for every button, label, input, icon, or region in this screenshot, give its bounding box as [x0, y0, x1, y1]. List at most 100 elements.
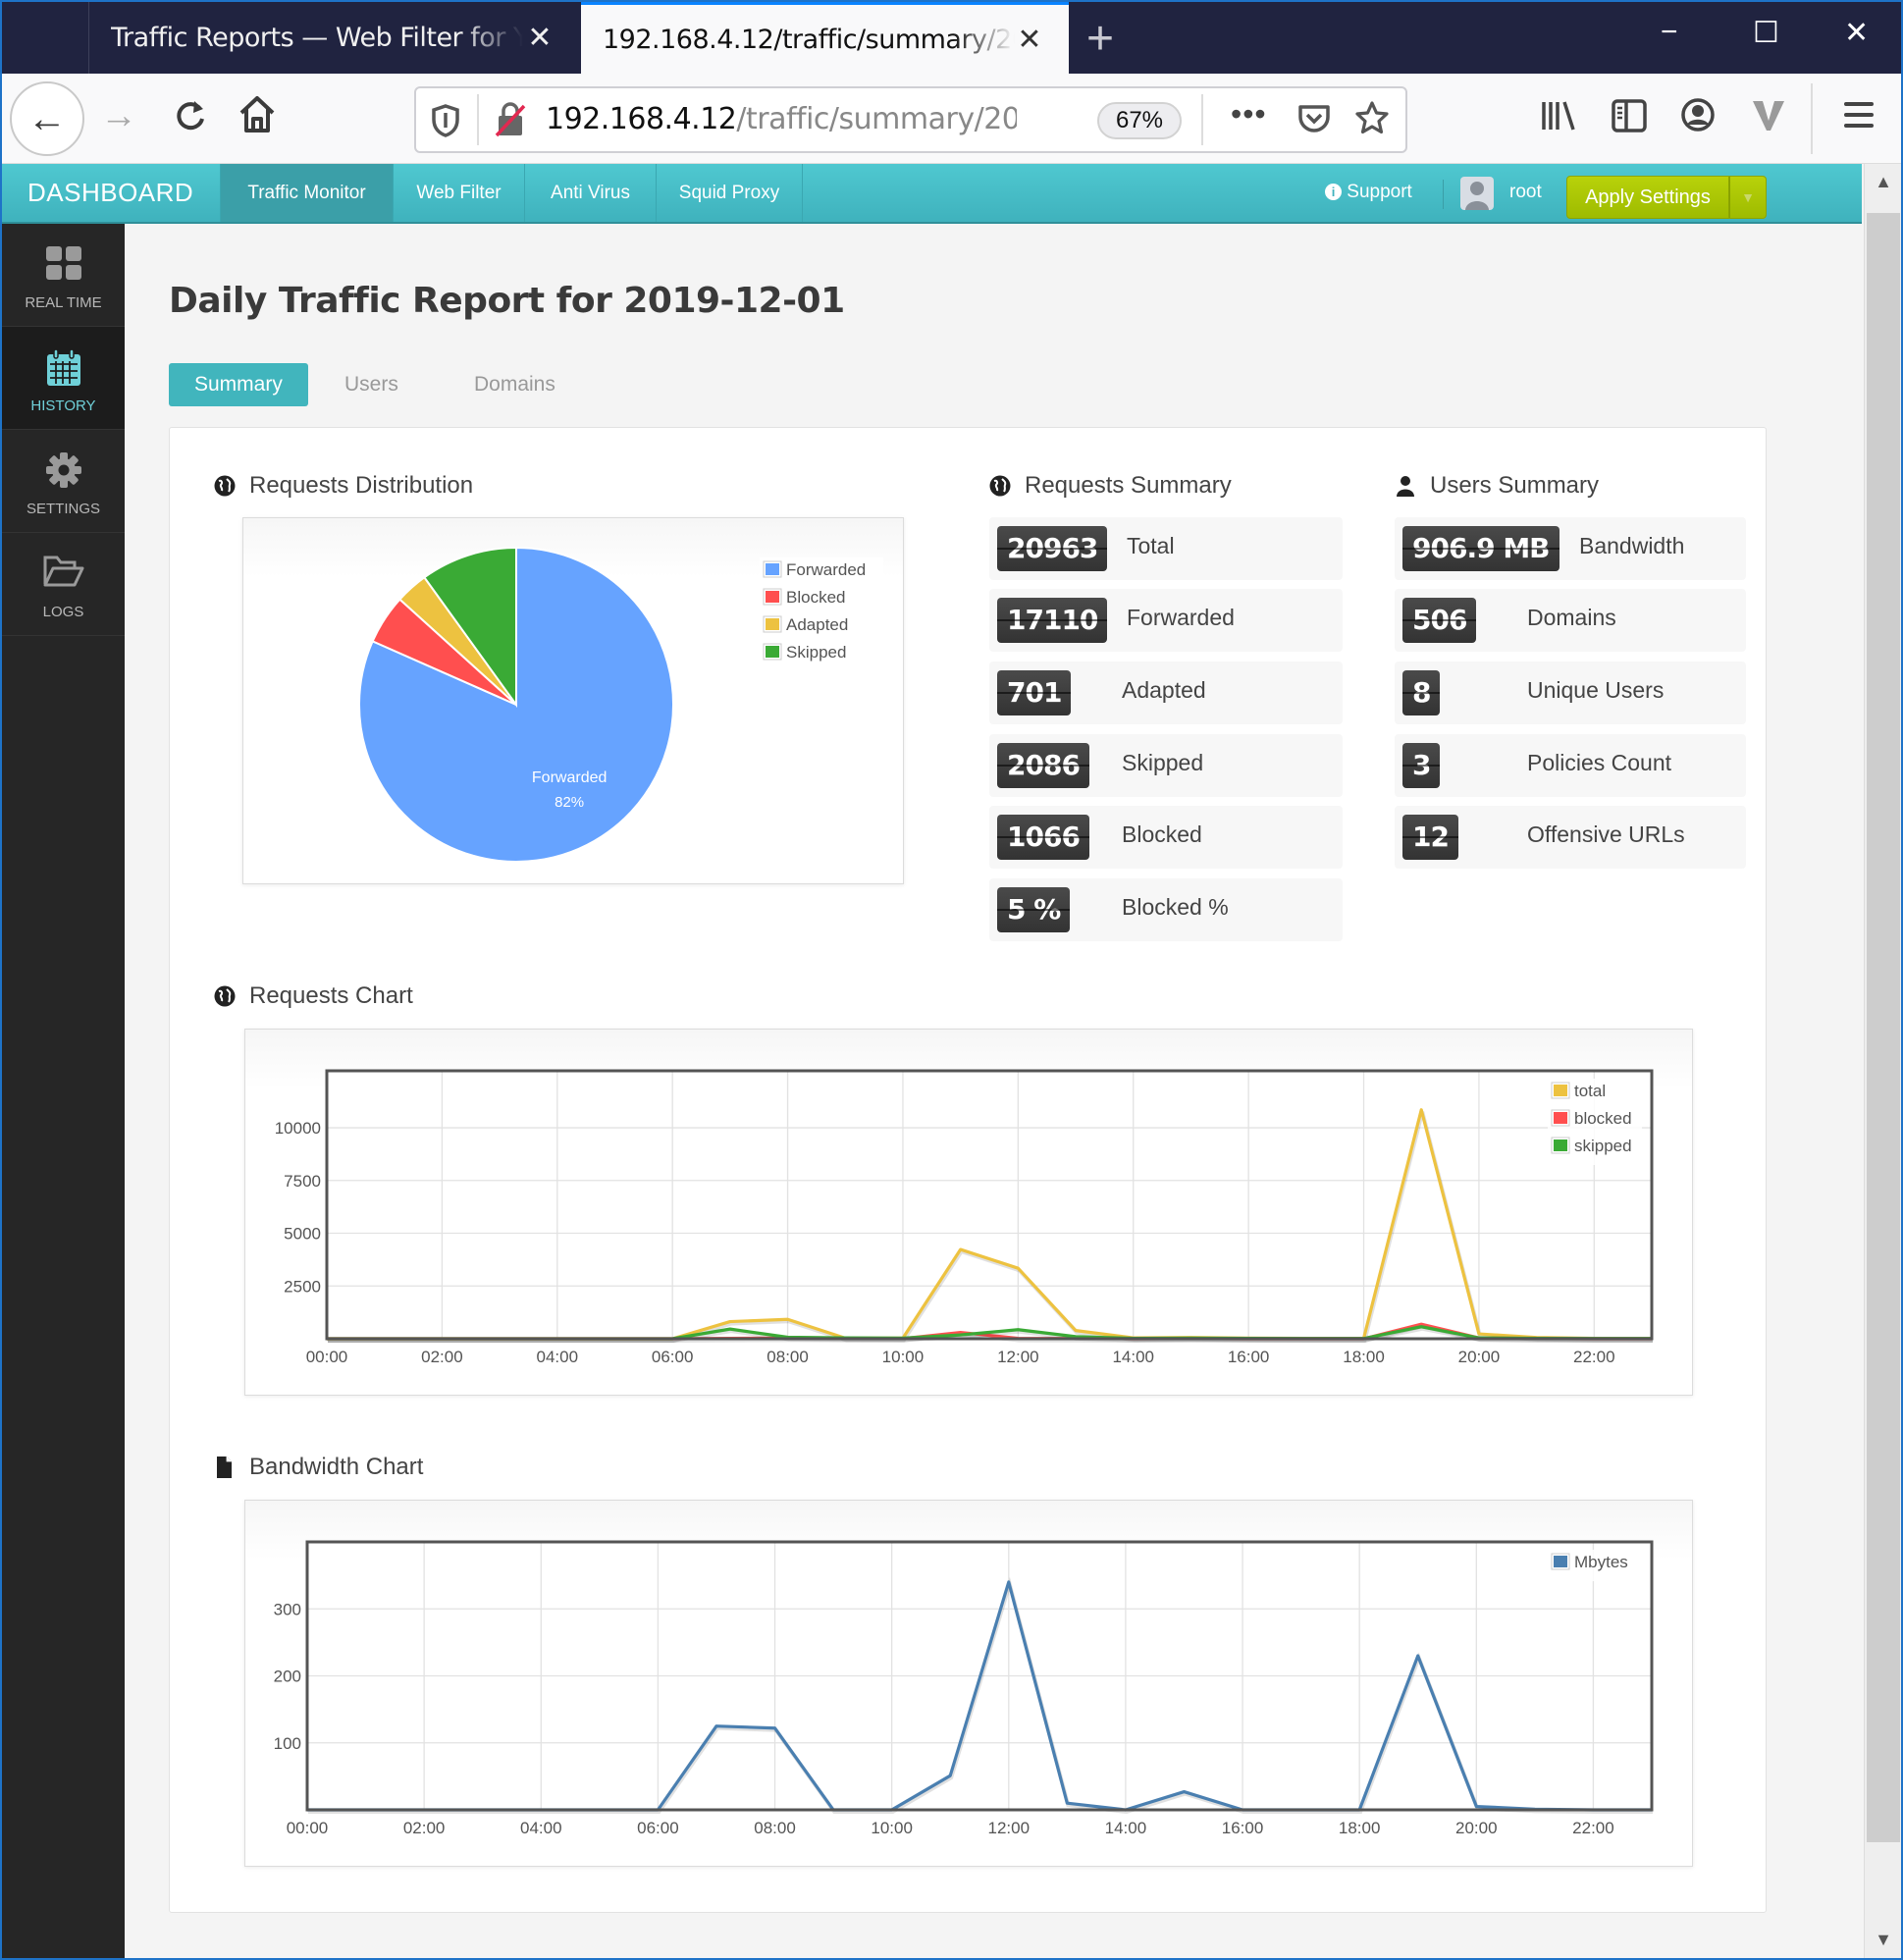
scroll-up-icon[interactable]: ▲: [1865, 172, 1901, 192]
summary-row: 17110 Forwarded: [989, 589, 1343, 652]
x-tick-label: 02:00: [421, 1348, 463, 1366]
summary-label: Forwarded: [1127, 605, 1235, 630]
legend-label: blocked: [1574, 1109, 1632, 1128]
summary-row: 1066 Blocked: [989, 806, 1343, 869]
summary-row: 2086 Skipped: [989, 734, 1343, 797]
maximize-icon[interactable]: ☐: [1753, 16, 1779, 50]
x-tick-label: 14:00: [1112, 1348, 1154, 1366]
bookmark-star-icon[interactable]: [1354, 100, 1390, 140]
sidebar-toggle-icon[interactable]: [1612, 99, 1647, 137]
browser-tab-strip: Traffic Reports — Web Filter for You ✕ 1…: [2, 2, 1901, 74]
browser-tab-summary[interactable]: 192.168.4.12/traffic/summary/2019/ ✕: [581, 2, 1069, 74]
close-tab-icon[interactable]: ✕: [527, 21, 552, 55]
browser-window: Traffic Reports — Web Filter for You ✕ 1…: [2, 2, 1901, 1958]
calendar-icon: [2, 348, 125, 386]
minimize-icon[interactable]: −: [1661, 16, 1678, 49]
summary-row: 5 % Blocked %: [989, 878, 1343, 941]
x-tick-label: 22:00: [1573, 1348, 1615, 1366]
home-icon[interactable]: [238, 93, 277, 141]
sidebar-item-real-time[interactable]: REAL TIME: [2, 224, 125, 327]
section-title: Requests Chart: [249, 982, 413, 1009]
summary-label: Offensive URLs: [1527, 821, 1685, 847]
shield-icon[interactable]: [432, 104, 459, 142]
nav-web-filter[interactable]: Web Filter: [393, 164, 524, 222]
browser-toolbar: ← → 192.168.4.12/traffic/summary/2019/ 6…: [2, 74, 1901, 164]
summary-row: 506 Domains: [1395, 589, 1746, 652]
sidebar: REAL TIME HISTORY SETTINGS LOGS: [2, 224, 125, 1958]
insecure-lock-icon[interactable]: [495, 102, 526, 142]
sidebar-item-logs[interactable]: LOGS: [2, 533, 125, 636]
info-icon: i: [1325, 184, 1342, 200]
close-tab-icon[interactable]: ✕: [1017, 23, 1041, 57]
summary-label: Blocked %: [1122, 894, 1229, 920]
dashboard-brand[interactable]: DASHBOARD: [27, 178, 193, 208]
zoom-level-badge[interactable]: 67%: [1097, 102, 1182, 139]
apply-settings-button[interactable]: Apply Settings: [1566, 176, 1729, 219]
back-arrow-icon[interactable]: ←: [10, 81, 84, 156]
sidebar-item-settings[interactable]: SETTINGS: [2, 430, 125, 533]
x-tick-label: 08:00: [766, 1348, 809, 1366]
page-scrollbar[interactable]: ▲ ▼: [1864, 164, 1901, 1958]
globe-icon: [214, 985, 236, 1007]
x-tick-label: 14:00: [1105, 1819, 1147, 1837]
library-icon[interactable]: [1541, 99, 1576, 137]
x-tick-label: 22:00: [1572, 1819, 1614, 1837]
tab-users[interactable]: Users: [319, 363, 424, 406]
more-actions-icon[interactable]: •••: [1231, 96, 1267, 132]
page-title: Daily Traffic Report for 2019-12-01: [169, 281, 845, 321]
value-badge: 17110: [997, 598, 1108, 643]
globe-icon: [214, 475, 236, 497]
value-badge: 12: [1402, 815, 1458, 860]
x-tick-label: 16:00: [1228, 1348, 1270, 1366]
forward-arrow-icon[interactable]: →: [100, 97, 137, 134]
y-tick-label: 300: [274, 1600, 301, 1618]
sidebar-item-history[interactable]: HISTORY: [2, 327, 125, 430]
caret-down-icon: ▼: [1741, 189, 1755, 205]
value-badge: 3: [1402, 743, 1441, 788]
plot-area: [327, 1071, 1652, 1339]
main-content: Daily Traffic Report for 2019-12-01 Summ…: [125, 224, 1864, 1958]
url-text[interactable]: 192.168.4.12/traffic/summary/2019/: [546, 102, 1017, 136]
window-close-icon[interactable]: ✕: [1844, 16, 1869, 50]
tab-title: 192.168.4.12/traffic/summary/2019/: [603, 24, 1015, 55]
requests-line-chart: 00:00 02:00 04:00 06:00 08:00 10:00 12:00 14:00…: [275, 1069, 1654, 1366]
tab-domains[interactable]: Domains: [449, 363, 581, 406]
nav-squid-proxy[interactable]: Squid Proxy: [656, 164, 803, 222]
summary-row: 20963 Total: [989, 517, 1343, 580]
legend-swatch-blocked: [766, 591, 779, 603]
user-avatar[interactable]: [1460, 177, 1494, 210]
scroll-down-icon[interactable]: ▼: [1865, 1930, 1901, 1950]
reload-icon[interactable]: [171, 95, 210, 141]
hamburger-menu-icon[interactable]: [1843, 99, 1875, 135]
x-tick-label: 20:00: [1455, 1819, 1498, 1837]
x-tick-label: 04:00: [537, 1348, 579, 1366]
x-tick-label: 12:00: [988, 1819, 1031, 1837]
summary-label: Total: [1127, 533, 1175, 558]
x-tick-label: 04:00: [520, 1819, 562, 1837]
scrollbar-thumb[interactable]: [1867, 213, 1900, 1842]
nav-traffic-monitor[interactable]: Traffic Monitor: [220, 164, 393, 222]
support-link[interactable]: i Support: [1325, 182, 1412, 203]
plus-icon[interactable]: +: [1086, 12, 1114, 66]
legend-label: Skipped: [786, 643, 846, 662]
username[interactable]: root: [1509, 182, 1542, 203]
account-icon[interactable]: [1680, 97, 1716, 137]
bandwidth-chart-heading: Bandwidth Chart: [214, 1454, 423, 1481]
url-divider: [477, 94, 479, 145]
section-title: Requests Summary: [1025, 472, 1232, 499]
y-tick-label: 5000: [284, 1225, 321, 1244]
x-tick-label: 10:00: [882, 1348, 925, 1366]
x-tick-label: 02:00: [403, 1819, 446, 1837]
value-badge: 906.9 MB: [1402, 526, 1559, 571]
x-tick-label: 20:00: [1458, 1348, 1501, 1366]
x-tick-label: 18:00: [1339, 1819, 1381, 1837]
y-tick-label: 7500: [284, 1172, 321, 1191]
extension-v-icon[interactable]: [1751, 99, 1786, 137]
url-bar[interactable]: 192.168.4.12/traffic/summary/2019/ 67% •…: [414, 86, 1407, 153]
apply-settings-dropdown[interactable]: ▼: [1729, 176, 1767, 219]
browser-tab-traffic-reports[interactable]: Traffic Reports — Web Filter for You ✕: [88, 2, 579, 74]
pocket-icon[interactable]: [1297, 102, 1331, 140]
tab-summary[interactable]: Summary: [169, 363, 308, 406]
summary-label: Bandwidth: [1579, 533, 1685, 558]
nav-anti-virus[interactable]: Anti Virus: [524, 164, 656, 222]
